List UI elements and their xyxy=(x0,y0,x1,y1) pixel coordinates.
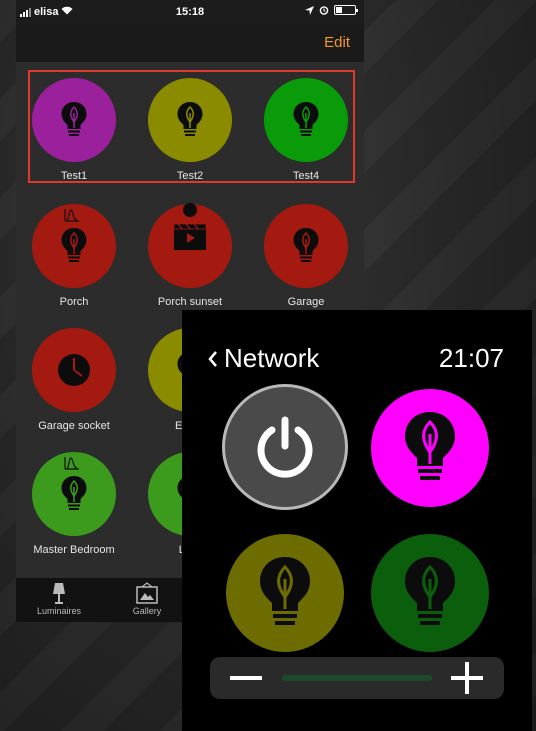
lamp-circle[interactable] xyxy=(32,452,116,536)
lamp-label: Garage xyxy=(287,296,325,308)
watch-screen: Network 21:07 xyxy=(182,310,532,731)
lamp-label: Test4 xyxy=(292,170,320,182)
lamp-circle[interactable] xyxy=(148,203,232,288)
bulb-icon xyxy=(402,555,458,631)
lamp-tile-garage-socket[interactable]: Garage socket xyxy=(16,328,132,432)
wave-icon xyxy=(64,457,79,470)
back-chevron-icon xyxy=(208,350,217,367)
lamp-circle[interactable] xyxy=(264,78,348,162)
tab-label: Gallery xyxy=(132,606,162,616)
lamp-tile-garage[interactable]: Garage xyxy=(248,204,364,308)
lamp-tile-porch-sunset[interactable]: Porch sunset xyxy=(132,203,248,308)
lamp-label: Porch xyxy=(59,296,89,308)
watch-lamp-green[interactable] xyxy=(371,534,489,652)
lamp-circle[interactable] xyxy=(32,204,116,288)
bulb-icon xyxy=(292,227,320,265)
bulb-icon xyxy=(60,227,88,265)
lamp-label: Master Bedroom xyxy=(33,544,115,556)
tab-label: Luminaires xyxy=(36,606,82,616)
alarm-icon xyxy=(319,6,329,15)
bulb-icon xyxy=(60,101,88,139)
tab-luminaires[interactable]: Luminaires xyxy=(19,582,99,616)
power-icon xyxy=(257,416,313,478)
status-bar: elisa 15:18 xyxy=(16,0,364,24)
lamp-label: Garage socket xyxy=(38,420,110,432)
battery-icon xyxy=(334,5,358,15)
brightness-track[interactable] xyxy=(282,675,432,681)
watch-lamp-magenta[interactable] xyxy=(371,389,489,507)
clock-icon xyxy=(58,354,90,386)
bulb-icon xyxy=(176,101,204,139)
video-scene-icon xyxy=(173,203,207,250)
back-label: Network xyxy=(224,343,320,373)
lamp-tile-test1[interactable]: Test1 xyxy=(16,78,132,182)
lamp-label: Porch sunset xyxy=(157,296,223,308)
back-button[interactable]: Network xyxy=(208,343,319,374)
location-icon xyxy=(305,5,314,15)
lamp-circle[interactable] xyxy=(264,204,348,288)
lamp-circle[interactable] xyxy=(32,78,116,162)
wave-icon xyxy=(64,209,79,222)
navigation-bar: Edit xyxy=(16,24,364,62)
power-button[interactable] xyxy=(222,384,348,510)
brightness-slider[interactable] xyxy=(210,657,504,699)
lamp-icon xyxy=(53,583,65,604)
lamp-label: Test1 xyxy=(60,170,88,182)
bulb-icon xyxy=(292,101,320,139)
watch-lamp-yellow[interactable] xyxy=(226,534,344,652)
tab-gallery[interactable]: Gallery xyxy=(107,582,187,616)
edit-button[interactable]: Edit xyxy=(324,34,350,51)
brightness-fill xyxy=(282,675,432,681)
lamp-tile-test2[interactable]: Test2 xyxy=(132,78,248,182)
bulb-icon xyxy=(60,475,88,513)
lamp-circle[interactable] xyxy=(148,78,232,162)
gallery-icon xyxy=(136,582,158,604)
lamp-tile-porch[interactable]: Porch xyxy=(16,204,132,308)
lamp-tile-test4[interactable]: Test4 xyxy=(248,78,364,182)
lamp-label: Test2 xyxy=(176,170,204,182)
bulb-icon xyxy=(402,410,458,486)
watch-time: 21:07 xyxy=(438,343,504,373)
lamp-circle[interactable] xyxy=(32,328,116,412)
decrease-button[interactable] xyxy=(230,676,262,680)
bulb-icon xyxy=(257,555,313,631)
increase-button[interactable] xyxy=(451,662,483,694)
lamp-tile-master-bedroom[interactable]: Master Bedroom xyxy=(16,452,132,556)
